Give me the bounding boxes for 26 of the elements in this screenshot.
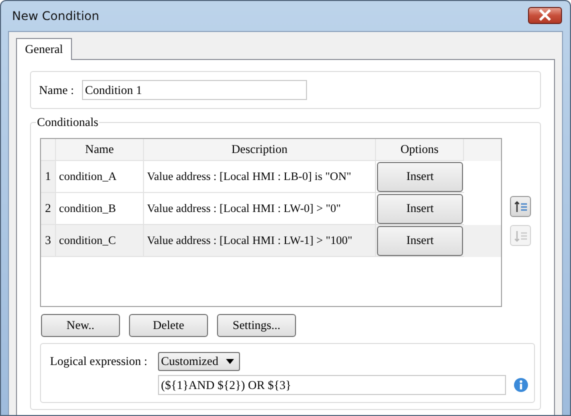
insert-button[interactable]: Insert [377, 226, 463, 256]
delete-button[interactable]: Delete [129, 314, 208, 337]
row-number: 3 [41, 225, 56, 257]
sort-down-icon [514, 230, 528, 242]
table-cell: Value address : [Local HMI : LW-1] > "100" [144, 225, 376, 257]
table-cell: condition_C [56, 225, 144, 257]
name-label: Name : [39, 82, 74, 98]
tab[interactable]: General [16, 38, 72, 60]
settings-button[interactable]: Settings... [217, 314, 296, 337]
close-button[interactable] [528, 6, 562, 24]
name-field[interactable]: Condition 1 [82, 80, 307, 100]
row-number: 1 [41, 161, 56, 193]
sort-up-icon [514, 200, 528, 212]
close-icon [538, 9, 552, 21]
caret-icon [226, 359, 234, 364]
row-number: 2 [41, 193, 56, 225]
info-icon[interactable] [514, 378, 528, 392]
window-title: New Condition [12, 9, 100, 23]
table-row[interactable]: 3 condition_C Value address : [Local HMI : LW-1] > "100" Insert [41, 225, 501, 257]
expression-field[interactable]: (${1}AND ${2}) OR ${3} [158, 375, 506, 395]
mode-dropdown[interactable]: Customized [158, 352, 240, 371]
move-up-button[interactable] [510, 196, 531, 217]
new-button[interactable]: New.. [41, 314, 120, 337]
logical-expression-label: Logical expression : [50, 354, 148, 369]
insert-button[interactable]: Insert [377, 162, 463, 192]
insert-button[interactable]: Insert [377, 194, 463, 224]
